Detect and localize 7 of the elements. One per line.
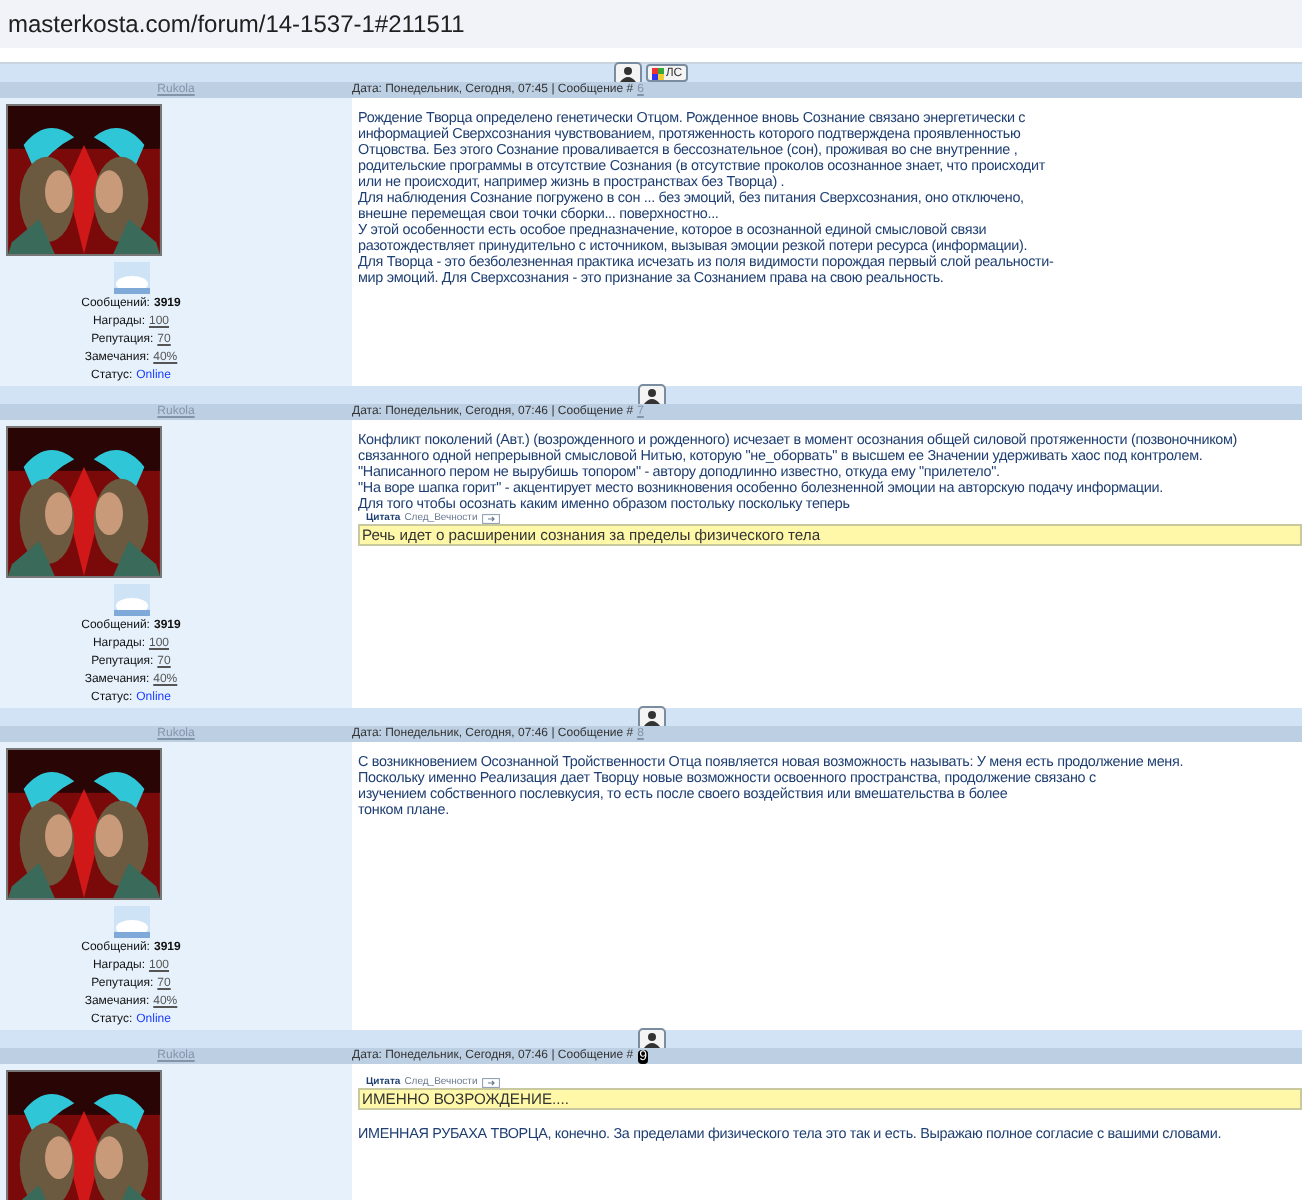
arrow-icon[interactable]	[481, 1077, 500, 1087]
profile-button[interactable]	[637, 1027, 665, 1051]
profile-button[interactable]	[613, 61, 642, 85]
profile-button[interactable]	[637, 383, 665, 407]
arrow-icon[interactable]	[481, 513, 500, 523]
envelope-icon	[651, 67, 664, 79]
profile-button[interactable]	[637, 705, 665, 729]
